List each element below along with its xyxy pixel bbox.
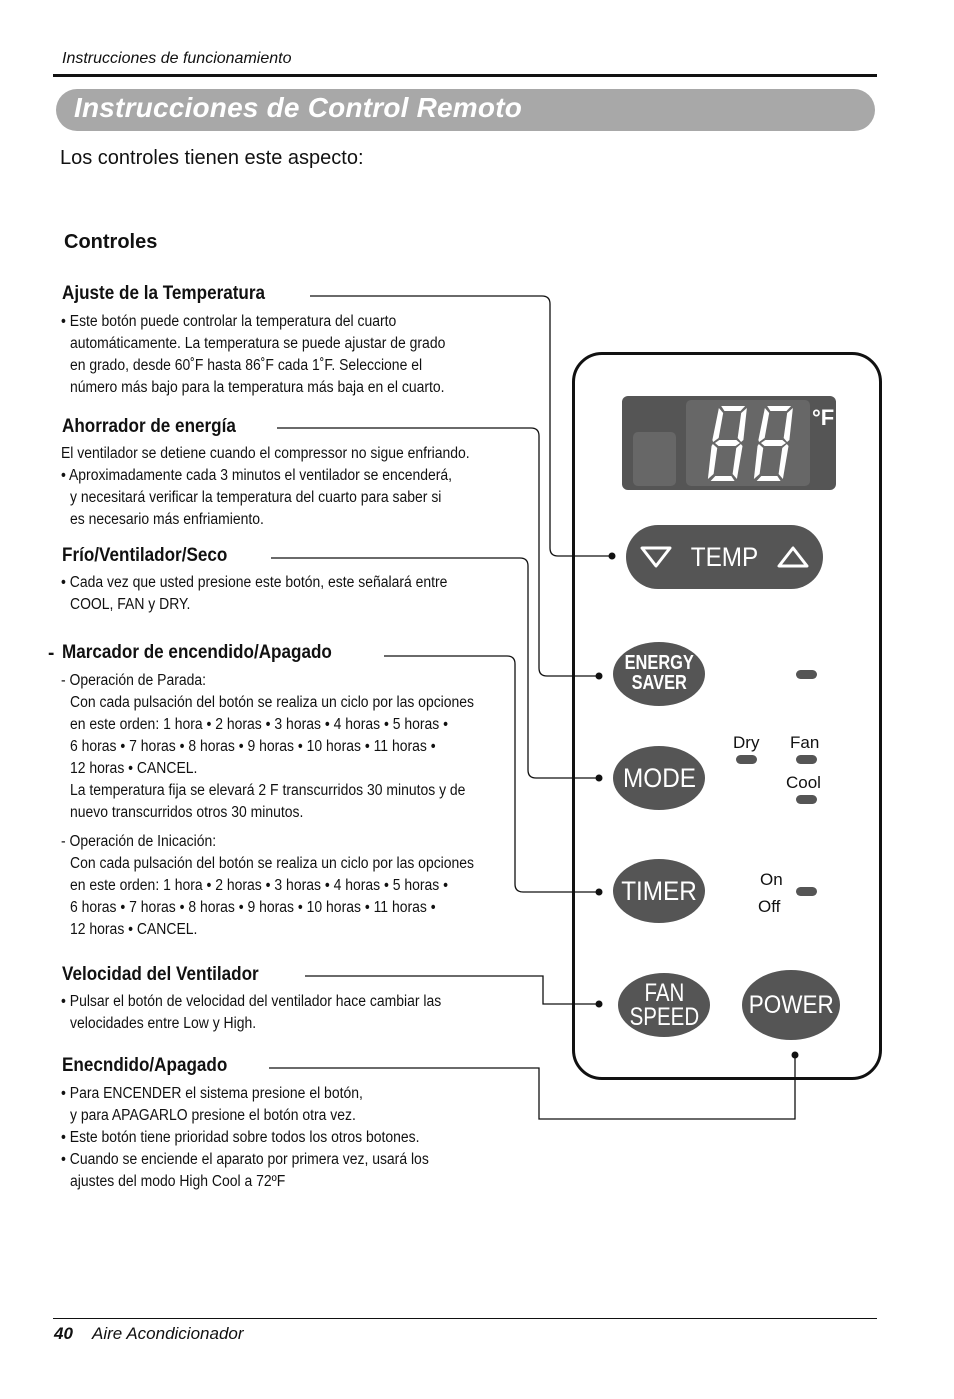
text-line: • Cuando se enciende el aparato por prim…	[61, 1151, 429, 1168]
fan-speed-label-line2: SPEED	[629, 1003, 699, 1031]
section-text-timer-start: - Operación de Inicación: Con cada pulsa…	[61, 831, 474, 941]
text-line: velocidades entre Low y High.	[70, 1015, 257, 1032]
text-line: 12 horas • CANCEL.	[70, 760, 198, 777]
text-line: 12 horas • CANCEL.	[70, 921, 198, 938]
mode-button[interactable]: MODE	[613, 746, 705, 810]
energy-saver-label-line2: SAVER	[631, 672, 687, 694]
energy-saver-button[interactable]: ENERGY SAVER	[613, 642, 705, 706]
cool-indicator-led	[796, 795, 817, 804]
text-line: en este orden: 1 hora • 2 horas • 3 hora…	[70, 716, 449, 733]
section-text-timer-stop: - Operación de Parada: Con cada pulsació…	[61, 670, 474, 824]
seven-segment-digits-icon	[707, 406, 793, 481]
temperature-unit-label: °F	[812, 405, 835, 430]
section-title-mode: Frío/Ventilador/Seco	[62, 545, 228, 566]
intro-text: Los controles tienen este aspecto:	[60, 147, 364, 169]
footer-title: Aire Acondicionador	[92, 1324, 244, 1343]
text-line: es necesario más enfriamiento.	[70, 511, 264, 528]
text-line: • Cada vez que usted presione este botón…	[61, 574, 448, 591]
banner-title: Instrucciones de Control Remoto	[74, 92, 523, 123]
mode-button-label: MODE	[622, 762, 696, 793]
temp-down-icon[interactable]	[639, 545, 673, 569]
text-line: y necesitará verificar la temperatura de…	[70, 489, 442, 506]
energy-saver-indicator-led	[796, 670, 817, 679]
text-line: • Este botón puede controlar la temperat…	[61, 313, 397, 330]
footer-rule	[53, 1318, 877, 1319]
text-line: ajustes del modo High Cool a 72ºF	[70, 1173, 286, 1190]
text-line: COOL, FAN y DRY.	[70, 596, 191, 613]
power-button[interactable]: POWER	[742, 970, 840, 1040]
fan-speed-label-line1: FAN	[644, 978, 684, 1007]
display-digits-area	[686, 400, 810, 486]
dry-indicator-label: Dry	[733, 733, 760, 752]
text-line: • Pulsar el botón de velocidad del venti…	[61, 993, 442, 1010]
section-text-mode: • Cada vez que usted presione este botón…	[61, 572, 447, 616]
power-button-label: POWER	[748, 990, 834, 1019]
section-title-energy-saver: Ahorrador de energía	[62, 416, 236, 437]
section-title-fan-speed: Velocidad del Ventilador	[62, 964, 259, 985]
text-line: • Para ENCENDER el sistema presione el b…	[61, 1085, 363, 1102]
temp-button-label: TEMP	[690, 541, 759, 572]
text-line: y para APAGARLO presione el botón otra v…	[70, 1107, 356, 1124]
controls-heading: Controles	[64, 231, 158, 253]
temp-button[interactable]: TEMP	[626, 525, 823, 589]
text-line: en grado, desde 60˚F hasta 86˚F cada 1˚F…	[70, 357, 423, 374]
text-line: automáticamente. La temperatura se puede…	[70, 335, 446, 352]
text-line: 6 horas • 7 horas • 8 horas • 9 horas • …	[70, 738, 436, 755]
section-text-temperature: • Este botón puede controlar la temperat…	[61, 311, 445, 399]
text-line: La temperatura fija se elevará 2 F trans…	[70, 782, 466, 799]
energy-saver-label-line1: ENERGY	[624, 652, 694, 675]
section-title-timer: Marcador de encendido/Apagado	[62, 642, 332, 663]
text-line: nuevo transcurridos otros 30 minutos.	[70, 804, 304, 821]
page-number: 40	[54, 1324, 73, 1343]
section-text-energy-saver: El ventilador se detiene cuando el compr…	[61, 443, 470, 531]
timer-indicator-led	[796, 887, 817, 896]
text-line: Con cada pulsación del botón se realiza …	[70, 694, 475, 711]
timer-on-label: On	[760, 870, 783, 889]
text-line: número más bajo para la temperatura más …	[70, 379, 445, 396]
header-rule	[53, 74, 877, 77]
text-line: • Este botón tiene prioridad sobre todos…	[61, 1129, 420, 1146]
running-header: Instrucciones de funcionamiento	[62, 50, 292, 67]
fan-indicator-label: Fan	[790, 733, 820, 752]
dash-marker: -	[48, 643, 55, 664]
text-line: El ventilador se detiene cuando el compr…	[61, 445, 470, 462]
cool-indicator-label: Cool	[786, 773, 821, 792]
temp-up-icon[interactable]	[776, 545, 810, 569]
timer-button-label: TIMER	[621, 875, 697, 906]
section-text-fan-speed: • Pulsar el botón de velocidad del venti…	[61, 991, 441, 1035]
dry-indicator-led	[736, 755, 757, 764]
text-line: - Operación de Inicación:	[61, 833, 217, 850]
section-title-temperature: Ajuste de la Temperatura	[62, 283, 266, 304]
text-line: • Aproximadamente cada 3 minutos el vent…	[61, 467, 453, 484]
display-auxiliary-segment	[633, 432, 676, 486]
text-line: Con cada pulsación del botón se realiza …	[70, 855, 475, 872]
fan-speed-button[interactable]: FAN SPEED	[618, 973, 710, 1037]
timer-off-label: Off	[758, 897, 781, 916]
section-title-power: Enecndido/Apagado	[62, 1055, 228, 1076]
text-line: - Operación de Parada:	[61, 672, 207, 689]
text-line: en este orden: 1 hora • 2 horas • 3 hora…	[70, 877, 449, 894]
section-text-power: • Para ENCENDER el sistema presione el b…	[61, 1083, 429, 1193]
fan-indicator-led	[796, 755, 817, 764]
timer-button[interactable]: TIMER	[613, 859, 705, 923]
text-line: 6 horas • 7 horas • 8 horas • 9 horas • …	[70, 899, 436, 916]
